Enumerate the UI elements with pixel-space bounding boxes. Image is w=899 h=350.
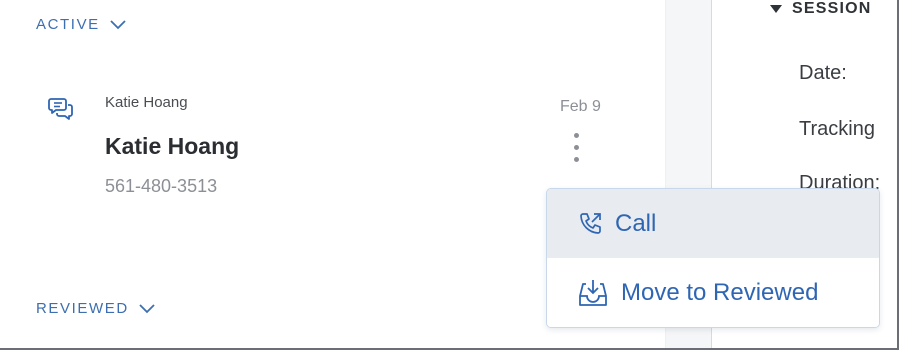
chevron-down-icon bbox=[110, 19, 126, 29]
conversation-list-item[interactable]: Katie Hoang Katie Hoang 561-480-3513 Feb… bbox=[36, 88, 636, 198]
more-options-kebab-icon[interactable] bbox=[569, 133, 583, 169]
phone-outgoing-icon bbox=[580, 212, 601, 234]
conversation-date: Feb 9 bbox=[560, 98, 601, 115]
chevron-down-icon bbox=[139, 303, 155, 313]
inbox-download-icon bbox=[579, 279, 607, 306]
session-section-title[interactable]: SESSION bbox=[792, 0, 872, 18]
active-section-label: ACTIVE bbox=[36, 16, 100, 33]
move-to-reviewed-label: Move to Reviewed bbox=[621, 278, 819, 306]
move-to-reviewed-menu-item[interactable]: Move to Reviewed bbox=[547, 258, 879, 327]
contact-name: Katie Hoang bbox=[105, 133, 240, 159]
call-menu-label: Call bbox=[615, 209, 657, 237]
reviewed-section-toggle[interactable]: REVIEWED bbox=[36, 300, 155, 317]
contact-phone: 561-480-3513 bbox=[105, 176, 218, 196]
caret-down-icon[interactable] bbox=[770, 5, 782, 15]
call-menu-item[interactable]: Call bbox=[547, 189, 879, 258]
conversation-actions-menu: Call Move to Reviewed bbox=[546, 188, 880, 328]
chat-bubbles-icon bbox=[48, 98, 73, 120]
contact-caption: Katie Hoang bbox=[105, 94, 188, 111]
session-tracking-label: Tracking bbox=[799, 118, 875, 140]
reviewed-section-label: REVIEWED bbox=[36, 300, 129, 317]
session-date-label: Date: bbox=[799, 62, 847, 84]
active-section-toggle[interactable]: ACTIVE bbox=[36, 16, 126, 33]
